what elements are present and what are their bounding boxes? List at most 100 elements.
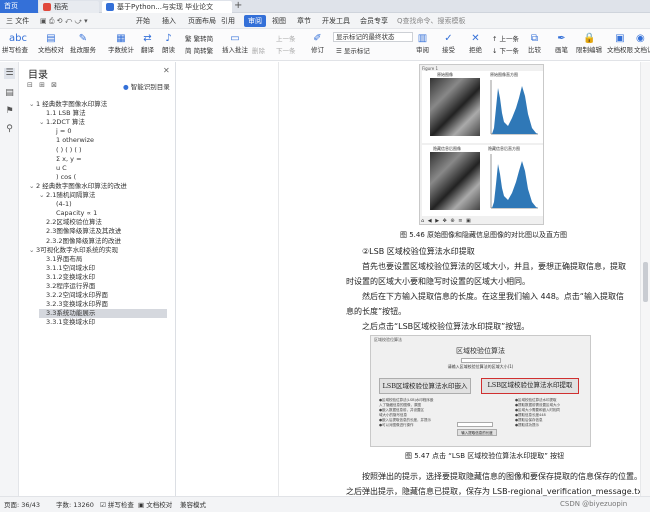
figure-toolbar-icons[interactable]: ⌂ ◀ ▶ ✥ ⊕ ≡ ▣: [421, 218, 472, 224]
spellcheck-button[interactable]: abc 拼写检查: [2, 33, 28, 55]
word-count-indicator[interactable]: 字数: 13260: [56, 500, 94, 510]
menu-view[interactable]: 视图: [272, 15, 286, 27]
menu-file[interactable]: 三 文件: [6, 15, 29, 27]
toc-item[interactable]: 3.3.1变换域水印: [39, 318, 95, 327]
compare-button[interactable]: ⧉ 比较: [528, 33, 541, 55]
close-icon[interactable]: ✕: [163, 66, 170, 75]
new-tab-icon[interactable]: +: [234, 0, 242, 12]
tab-docer[interactable]: 稻壳: [39, 1, 99, 13]
translate-button[interactable]: ⇄ 翻译: [141, 33, 154, 55]
toc-item[interactable]: 3.1.1空间域水印: [39, 264, 95, 273]
menu-dev-tools[interactable]: 开发工具: [322, 15, 350, 27]
page-indicator[interactable]: 页面: 36/43: [4, 500, 40, 510]
toc-item[interactable]: 3.1.2变换域水印: [39, 273, 95, 282]
toc-item[interactable]: 3.2.3变换域水印界面: [39, 300, 108, 309]
region-size-prompt: 请输入区域校验位算法的区域大小(1): [447, 364, 514, 369]
review-pane-button[interactable]: ▥ 审阅: [416, 33, 429, 55]
tab-current-document[interactable]: 基于Python...与实现 毕业论文: [102, 1, 232, 13]
doc-permission-button[interactable]: ▣ 文档权限: [607, 33, 633, 55]
tab-home[interactable]: 首页: [0, 0, 38, 13]
toc-item[interactable]: 3.3系统功能展示: [39, 309, 167, 319]
batch-review-button[interactable]: ✎ 批改服务: [70, 33, 96, 55]
pen-button[interactable]: ✒ 画笔: [555, 33, 568, 55]
prev-comment-button[interactable]: 上一条: [276, 35, 296, 44]
menu-reference[interactable]: 引用: [221, 15, 235, 27]
read-aloud-label: 朗读: [162, 46, 175, 54]
search-icon[interactable]: ⚲: [4, 124, 15, 135]
menu-review[interactable]: 审阅: [244, 15, 266, 27]
toc-item[interactable]: ⌄ 1 经典数字图像水印算法: [29, 100, 107, 109]
toc-item[interactable]: 1 otherwize: [49, 136, 94, 145]
bookmark-icon[interactable]: ⚑: [4, 106, 15, 117]
toc-item[interactable]: u C: [49, 164, 67, 173]
page-margin-line: [278, 62, 279, 496]
prev-change-button[interactable]: ↑ 上一条: [492, 35, 519, 44]
toc-item-label: 3.1界面布局: [46, 254, 83, 263]
spellcheck-status[interactable]: ☑ 拼写检查: [100, 500, 134, 510]
next-comment-button[interactable]: 下一条: [276, 47, 296, 56]
menu-start[interactable]: 开始: [136, 15, 150, 27]
insert-comment-button[interactable]: ▭ 插入批注: [222, 33, 248, 55]
toc-item[interactable]: 2.3.2图像降级算法的改进: [39, 237, 121, 246]
toc-item[interactable]: 3.2.2空间域水印界面: [39, 291, 108, 300]
smart-toc-button[interactable]: ● 智能识别目录: [123, 81, 170, 91]
chevron-down-icon[interactable]: ⌄: [29, 246, 36, 255]
toc-item-label: 3.3系统功能展示: [46, 309, 96, 318]
accept-button[interactable]: ✓ 接受: [442, 33, 455, 55]
track-changes-button[interactable]: ✐ 修订: [311, 33, 324, 55]
toc-item[interactable]: ⌄ 1.2DCT 算法: [39, 118, 85, 127]
doc-check-status[interactable]: ▣ 文档校对: [138, 500, 172, 510]
scrollbar-thumb[interactable]: [643, 262, 648, 302]
toc-item[interactable]: ⌄ 2 经典数字图像水印算法的改进: [29, 182, 127, 191]
restrict-edit-button[interactable]: 🔒 限制编辑: [576, 33, 602, 55]
next-change-button[interactable]: ↓ 下一条: [492, 47, 519, 56]
markup-state-select[interactable]: 显示标记的最终状态: [333, 32, 413, 42]
toc-item-label: 2.1随机间隔算法: [46, 191, 96, 199]
doc-permission-label: 文档权限: [607, 46, 633, 54]
toc-item-label: 2.3图像降级算法及其改进: [46, 227, 122, 236]
chevron-down-icon[interactable]: ⌄: [29, 100, 36, 109]
toc-tool-icons[interactable]: ⊟ ⊞ ⊠: [27, 81, 59, 89]
chevron-down-icon[interactable]: ⌄: [39, 191, 46, 200]
toc-item[interactable]: ( ) ( ) ( ): [49, 146, 82, 155]
simp-to-trad-button[interactable]: 简 简转繁: [185, 47, 213, 56]
menu-member[interactable]: 会员专享: [360, 15, 388, 27]
show-markup-dropdown[interactable]: ☰ 显示标记: [336, 47, 370, 56]
toc-item[interactable]: 2.3图像降级算法及其改进: [39, 227, 121, 236]
toc-item-label: (4-1): [56, 200, 72, 209]
menu-page-layout[interactable]: 页面布局: [188, 15, 216, 27]
toc-item[interactable]: Σ x, y =: [49, 155, 82, 164]
paragraph-2a: 然后在下方输入提取信息的长度。在这里我们输入 448。点击“输入提取信: [362, 292, 624, 301]
doc-check-button[interactable]: ▤ 文档校对: [38, 33, 64, 55]
chevron-down-icon[interactable]: ⌄: [39, 118, 46, 127]
chapter-icon[interactable]: ▤: [4, 88, 15, 99]
toc-item-label: 1 otherwize: [56, 136, 95, 145]
doc-cert-button[interactable]: ◉ 文档认证: [634, 33, 650, 55]
toc-item[interactable]: j = 0: [49, 127, 72, 136]
toc-item[interactable]: 2.2区域校验位算法: [39, 218, 102, 227]
toc-item[interactable]: (4-1): [49, 200, 72, 209]
vertical-scrollbar[interactable]: [640, 62, 650, 496]
toc-item[interactable]: 3.1界面布局: [39, 255, 82, 264]
reject-button[interactable]: ✕ 拒绝: [469, 33, 482, 55]
menu-chapter[interactable]: 章节: [297, 15, 311, 27]
toc-item[interactable]: Capacity ∝ 1: [49, 209, 97, 218]
toc-item[interactable]: 3.2程序运行界面: [39, 282, 95, 291]
delete-comment-button[interactable]: 删除: [252, 47, 265, 56]
word-count-button[interactable]: ▦ 字数统计: [108, 33, 134, 55]
toc-item[interactable]: ⌄ 2.1随机间隔算法: [39, 191, 95, 200]
quick-access-icons[interactable]: ▣ ⎙ ⟲ ⤺ ⤻ ▾: [40, 15, 88, 27]
toc-item[interactable]: ) cos (: [49, 173, 76, 182]
figure2-window-title: 区域校验位算法: [374, 337, 402, 342]
search-commands[interactable]: Q查找命令、搜索模板: [397, 15, 487, 27]
menu-insert[interactable]: 插入: [162, 15, 176, 27]
toc-item[interactable]: ⌄ 3可视化数字水印系统的实现: [29, 246, 118, 255]
toc-icon[interactable]: ☰: [4, 68, 15, 79]
toc-item-label: 3.3.1变换域水印: [46, 318, 96, 327]
chevron-down-icon[interactable]: ⌄: [29, 182, 36, 191]
read-aloud-button[interactable]: ♪ 朗读: [162, 33, 175, 55]
batch-review-label: 批改服务: [70, 46, 96, 54]
doc-check-icon: ▤: [46, 33, 56, 44]
trad-to-simp-button[interactable]: 繁 繁转简: [185, 35, 213, 44]
toc-item[interactable]: 1.1 LSB 算法: [39, 109, 86, 118]
